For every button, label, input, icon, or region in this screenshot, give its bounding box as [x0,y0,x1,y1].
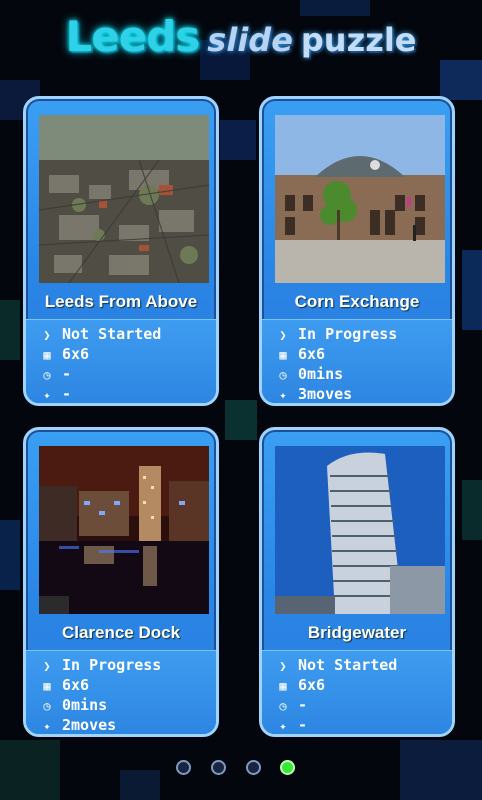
puzzle-name: Leeds From Above [44,292,198,311]
moves-row: ✦ - [40,384,72,403]
grid-value: 6x6 [298,345,326,363]
time-row: ◷ - [40,364,71,384]
grid-value: 6x6 [62,345,90,363]
grid-row: ▦ 6x6 [276,675,325,695]
moves-value: - [62,385,72,403]
status-value: Not Started [298,656,398,674]
title-word-leeds: Leeds [65,12,201,61]
title-word-slide: slide [207,21,293,59]
app-title: Leeds slide puzzle [0,12,482,72]
page-dot-2[interactable] [211,760,226,775]
time-value: - [62,365,72,383]
puzzle-info-panel: ❯ Not Started ▦ 6x6 ◷ - ✦ - [262,650,452,734]
chevron-right-icon: ❯ [43,328,51,342]
puzzle-info-panel: ❯ In Progress ▦ 6x6 ◷ 0mins ✦ 3moves [262,319,452,403]
walking-person-icon: ✦ [43,719,51,733]
grid-row: ▦ 6x6 [40,675,89,695]
time-row: ◷ 0mins [40,695,107,715]
grid-icon: ▦ [43,348,51,362]
walking-person-icon: ✦ [279,719,287,733]
walking-person-icon: ✦ [43,388,51,402]
puzzle-info-panel: ❯ Not Started ▦ 6x6 ◷ - ✦ - [26,319,216,403]
grid-value: 6x6 [298,676,326,694]
puzzle-image-clarence-dock [39,446,209,614]
status-value: Not Started [62,325,162,343]
moves-value: 3moves [298,385,353,403]
status-row: ❯ In Progress [276,324,397,344]
status-row: ❯ In Progress [40,655,161,675]
puzzle-card-corn-exchange[interactable]: Corn Exchange ❯ In Progress ▦ 6x6 ◷ 0mins ✦… [259,96,455,406]
time-row: ◷ 0mins [276,364,343,384]
page-dot-3[interactable] [246,760,261,775]
grid-value: 6x6 [62,676,90,694]
page-indicator [176,760,306,780]
puzzle-name: Bridgewater [307,623,407,642]
chevron-right-icon: ❯ [279,659,287,673]
moves-row: ✦ - [276,715,308,734]
puzzle-info-panel: ❯ In Progress ▦ 6x6 ◷ 0mins ✦ 2moves [26,650,216,734]
puzzle-name: Clarence Dock [61,623,181,642]
walking-person-icon: ✦ [279,388,287,402]
status-value: In Progress [62,656,162,674]
status-value: In Progress [298,325,398,343]
puzzle-image-bridgewater [275,446,445,614]
puzzle-name: Corn Exchange [294,292,420,311]
moves-value: 2moves [62,716,117,734]
clock-icon: ◷ [43,699,51,713]
puzzle-card-bridgewater[interactable]: Bridgewater ❯ Not Started ▦ 6x6 ◷ - ✦ - [259,427,455,737]
chevron-right-icon: ❯ [279,328,287,342]
time-row: ◷ - [276,695,307,715]
puzzle-image-leeds-from-above [39,115,209,283]
moves-row: ✦ 2moves [40,715,117,734]
moves-value: - [298,716,308,734]
clock-icon: ◷ [279,368,287,382]
grid-icon: ▦ [279,348,287,362]
grid-icon: ▦ [43,679,51,693]
grid-row: ▦ 6x6 [276,344,325,364]
grid-row: ▦ 6x6 [40,344,89,364]
page-dot-4-active[interactable] [280,760,295,775]
chevron-right-icon: ❯ [43,659,51,673]
puzzle-image-corn-exchange [275,115,445,283]
status-row: ❯ Not Started [40,324,161,344]
title-word-puzzle: puzzle [300,21,417,59]
clock-icon: ◷ [279,699,287,713]
page-dot-1[interactable] [176,760,191,775]
status-row: ❯ Not Started [276,655,397,675]
grid-icon: ▦ [279,679,287,693]
moves-row: ✦ 3moves [276,384,353,403]
puzzle-card-leeds-from-above[interactable]: Leeds From Above ❯ Not Started ▦ 6x6 ◷ - ✦ - [23,96,219,406]
clock-icon: ◷ [43,368,51,382]
time-value: - [298,696,308,714]
time-value: 0mins [62,696,108,714]
puzzle-card-clarence-dock[interactable]: Clarence Dock ❯ In Progress ▦ 6x6 ◷ 0mins ✦… [23,427,219,737]
time-value: 0mins [298,365,344,383]
